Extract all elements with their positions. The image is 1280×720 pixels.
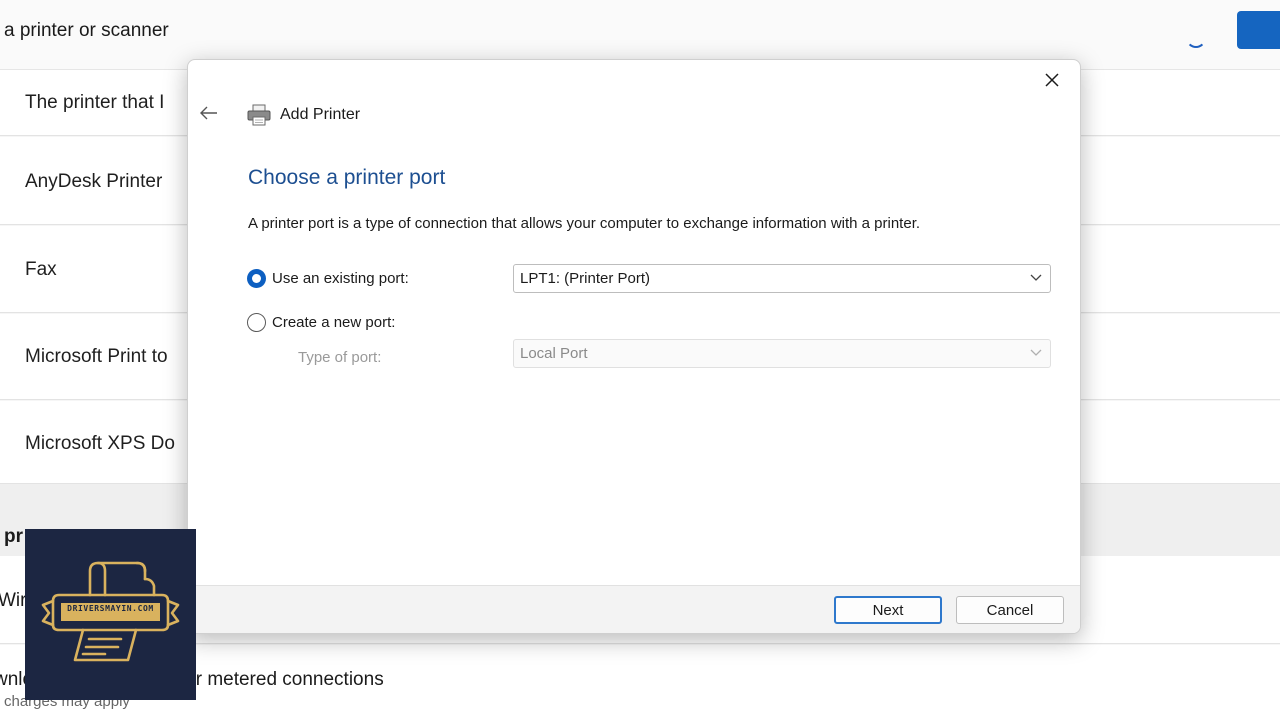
logo-text: DRIVERSMAYIN.COM <box>67 604 154 613</box>
close-button[interactable] <box>1038 66 1066 94</box>
create-new-port-label: Create a new port: <box>272 314 396 331</box>
printer-name: Microsoft Print to <box>25 346 168 367</box>
radio-unselected-icon[interactable] <box>247 313 266 332</box>
description-text: A printer port is a type of connection t… <box>248 215 921 232</box>
radio-selected-icon[interactable] <box>247 269 266 288</box>
printer-logo-icon <box>41 561 180 662</box>
add-printer-dialog: Add Printer Choose a printer port A prin… <box>187 59 1081 634</box>
settings-row-label: Wir <box>0 590 27 611</box>
driversmayin-logo: DRIVERSMAYIN.COM <box>25 529 196 700</box>
back-arrow-icon <box>200 106 217 120</box>
add-printer-scanner-title: a printer or scanner <box>4 20 169 41</box>
dialog-title-bar: Add Printer <box>246 104 360 126</box>
printer-name: The printer that I <box>25 92 165 113</box>
next-button[interactable]: Next <box>834 596 942 624</box>
existing-port-value: LPT1: (Printer Port) <box>520 270 651 287</box>
dialog-title: Add Printer <box>280 106 361 123</box>
existing-port-dropdown[interactable]: LPT1: (Printer Port) <box>513 264 1051 293</box>
printer-name: AnyDesk Printer <box>25 171 163 192</box>
printer-name: Fax <box>25 259 57 280</box>
page-heading: Choose a printer port <box>248 166 446 189</box>
type-of-port-value: Local Port <box>520 345 588 362</box>
create-new-port-radio[interactable]: Create a new port: <box>247 313 395 332</box>
cancel-button[interactable]: Cancel <box>956 596 1064 624</box>
loading-spinner-icon <box>1186 28 1206 48</box>
dialog-footer: Next Cancel <box>188 585 1080 633</box>
printer-icon <box>247 104 271 126</box>
chevron-down-icon <box>1030 349 1042 356</box>
close-icon <box>1045 73 1059 87</box>
use-existing-port-label: Use an existing port: <box>272 270 409 287</box>
back-button[interactable] <box>198 102 220 124</box>
type-of-port-dropdown: Local Port <box>513 339 1051 368</box>
chevron-down-icon <box>1030 274 1042 281</box>
use-existing-port-radio[interactable]: Use an existing port: <box>247 269 409 288</box>
section-title: pr <box>4 526 23 547</box>
add-device-button[interactable] <box>1237 11 1280 49</box>
type-of-port-label: Type of port: <box>298 349 382 366</box>
printer-name: Microsoft XPS Do <box>25 433 175 454</box>
